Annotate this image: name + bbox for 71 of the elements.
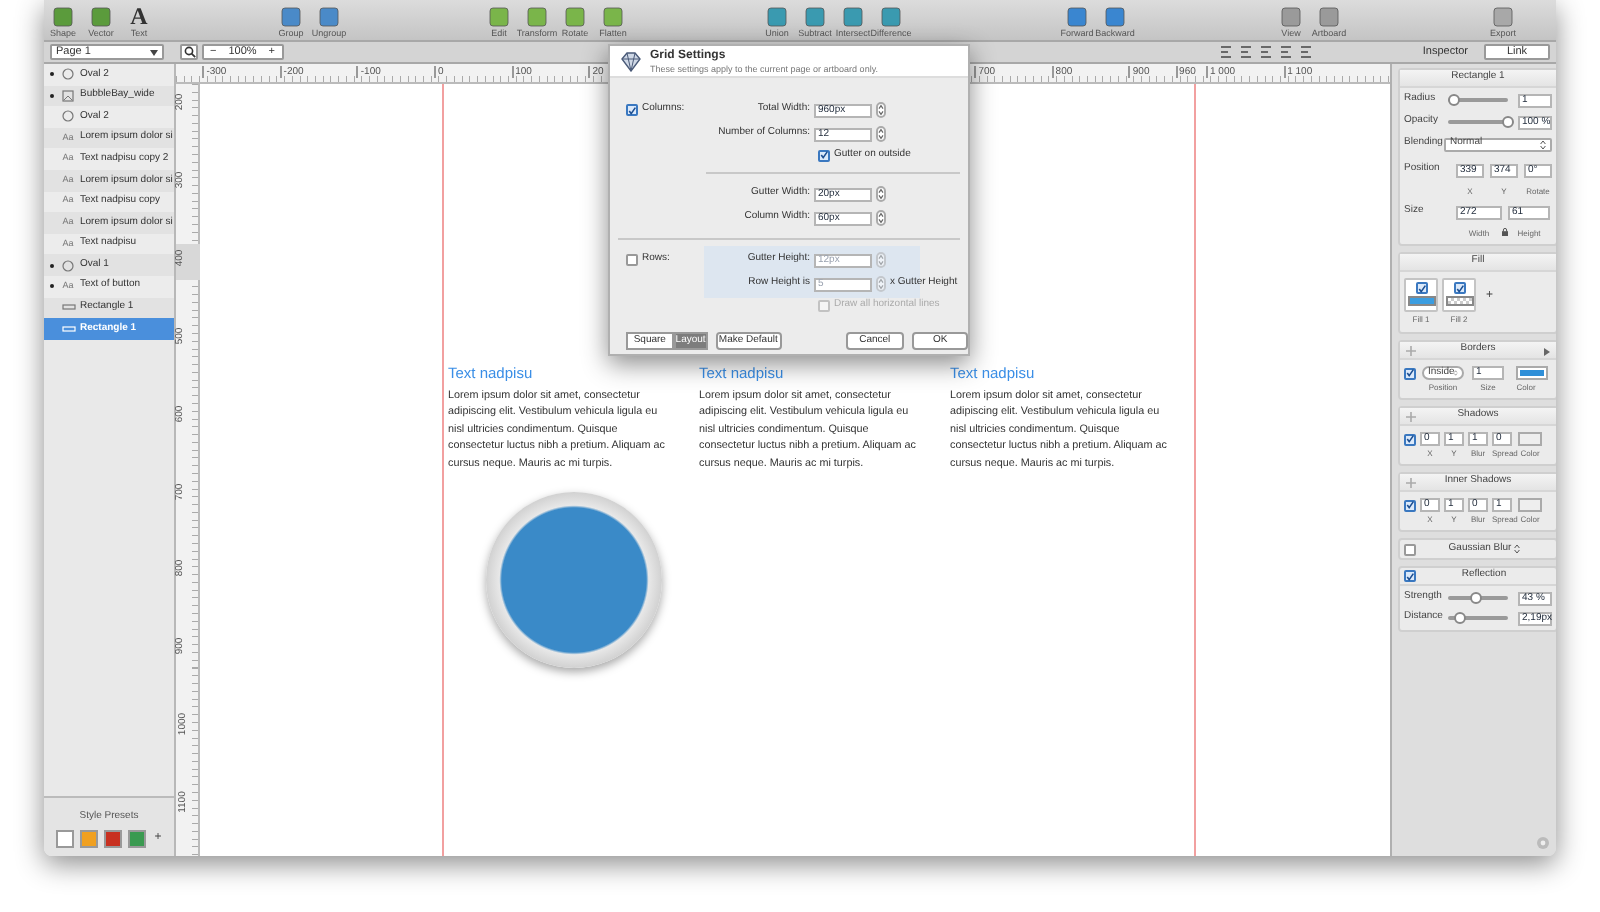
square-icon — [1280, 6, 1302, 28]
square-icon — [602, 6, 624, 28]
style-swatch[interactable] — [56, 829, 75, 847]
updown-icon — [1513, 544, 1520, 554]
circle-icon — [62, 259, 74, 272]
slider-track[interactable] — [1448, 591, 1508, 605]
slider-thumb[interactable] — [1502, 116, 1514, 128]
move-icon — [1406, 412, 1416, 422]
align-icon[interactable] — [1240, 46, 1253, 58]
square-icon — [1492, 6, 1514, 28]
square-icon — [318, 6, 340, 28]
ruler-highlight — [176, 244, 200, 280]
slider-track[interactable] — [1448, 611, 1508, 625]
color-well[interactable] — [1518, 432, 1542, 446]
diamond-icon — [620, 51, 642, 71]
stepper[interactable] — [876, 102, 886, 118]
square-icon — [488, 6, 510, 28]
search-icon — [183, 46, 195, 58]
square-icon — [1066, 6, 1088, 28]
style-swatch[interactable] — [128, 829, 147, 847]
checkbox[interactable] — [1404, 570, 1416, 582]
square-icon — [526, 6, 548, 28]
align-icon[interactable] — [1280, 46, 1293, 58]
align-icon[interactable] — [1260, 46, 1273, 58]
square-icon — [90, 6, 112, 28]
fill-tile[interactable] — [1442, 278, 1476, 312]
circle-icon — [62, 68, 74, 81]
square-icon — [842, 6, 864, 28]
move-icon — [1406, 346, 1416, 356]
slider-track[interactable] — [1448, 93, 1508, 107]
checkbox[interactable] — [1404, 543, 1416, 555]
slider-thumb[interactable] — [1448, 94, 1460, 106]
caret-icon — [150, 49, 158, 55]
lock-icon — [1502, 228, 1508, 236]
color-well[interactable] — [1516, 366, 1548, 380]
square-icon — [1104, 6, 1126, 28]
stepper[interactable] — [876, 126, 886, 142]
checkbox[interactable] — [1404, 499, 1416, 511]
checkbox[interactable] — [1404, 433, 1416, 445]
style-swatch[interactable] — [80, 829, 99, 847]
style-swatch[interactable] — [104, 829, 123, 847]
checkbox[interactable] — [818, 149, 830, 161]
square-icon — [804, 6, 826, 28]
stepper[interactable] — [876, 186, 886, 202]
circle-icon — [1536, 836, 1550, 850]
stepper[interactable] — [876, 210, 886, 226]
checker-swatch — [1445, 296, 1473, 306]
square-icon — [1318, 6, 1340, 28]
slider-thumb[interactable] — [1469, 592, 1481, 604]
slider-track[interactable] — [1448, 115, 1508, 129]
square-icon — [880, 6, 902, 28]
triangle-icon — [1544, 347, 1550, 355]
align-icon[interactable] — [1220, 46, 1233, 58]
square-icon — [766, 6, 788, 28]
checkbox[interactable] — [626, 254, 638, 266]
checkbox[interactable] — [626, 104, 638, 116]
square-icon — [564, 6, 586, 28]
fill-tile[interactable] — [1404, 278, 1438, 312]
checkbox[interactable] — [1404, 367, 1416, 379]
square-icon — [280, 6, 302, 28]
image-icon — [62, 89, 74, 102]
move-icon — [1406, 478, 1416, 488]
updown-icon — [1540, 139, 1546, 149]
search-button[interactable] — [180, 44, 198, 60]
align-icon[interactable] — [1300, 46, 1313, 58]
checkbox[interactable] — [1415, 282, 1427, 294]
slider-thumb[interactable] — [1454, 612, 1466, 624]
square-icon — [52, 6, 74, 28]
checkbox[interactable] — [1453, 282, 1465, 294]
circle-icon — [62, 110, 74, 123]
color-well[interactable] — [1518, 498, 1542, 512]
